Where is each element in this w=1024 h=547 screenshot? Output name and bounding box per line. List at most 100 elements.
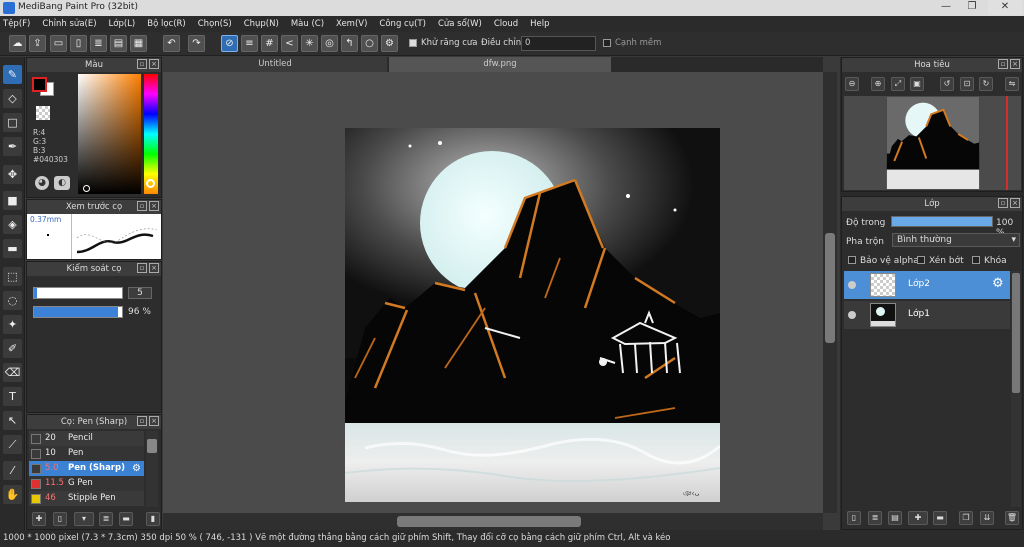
operation-tool-icon[interactable]: ↖	[3, 411, 22, 430]
eye-icon[interactable]	[848, 281, 856, 289]
menu-view[interactable]: Xem(V)	[336, 19, 367, 29]
menu-file[interactable]: Tệp(F)	[3, 19, 30, 29]
tab-untitled[interactable]: Untitled	[163, 57, 387, 72]
menu-help[interactable]: Help	[530, 19, 549, 29]
eraser-tool-icon[interactable]: ◇	[3, 89, 22, 108]
brush-menu-icon[interactable]: ▾	[74, 512, 94, 526]
radial-snap-icon[interactable]: ✳	[301, 35, 318, 52]
menu-filter[interactable]: Bộ lọc(R)	[147, 19, 186, 29]
saturation-value-picker[interactable]	[78, 74, 141, 194]
panel-float-icon[interactable]: ▫	[998, 59, 1008, 69]
brush-item-pen-sharp[interactable]: 5.0 Pen (Sharp) ⚙	[29, 461, 144, 476]
cloud-icon[interactable]: ☁	[9, 35, 26, 52]
add-layer-menu-icon[interactable]: ✚	[908, 511, 928, 525]
protect-alpha-checkbox[interactable]	[848, 256, 856, 264]
panel-close-icon[interactable]: ×	[1010, 198, 1020, 208]
rotate-left-icon[interactable]: ↺	[940, 77, 954, 91]
navigator-preview[interactable]	[844, 96, 1021, 190]
snap-off-icon[interactable]: ⊘	[221, 35, 238, 52]
magic-wand-icon[interactable]: ✦	[3, 315, 22, 334]
move-tool-icon[interactable]: ✥	[3, 165, 22, 184]
undo-icon[interactable]: ↶	[163, 35, 180, 52]
grid-icon[interactable]: ▦	[130, 35, 147, 52]
panel-float-icon[interactable]: ▫	[137, 59, 147, 69]
layers-scroll-thumb[interactable]	[1012, 273, 1020, 393]
menu-snap[interactable]: Chụp(N)	[244, 19, 279, 29]
color-wheel-icon[interactable]: ◐	[54, 176, 70, 190]
duplicate-layer-icon[interactable]: ❐	[959, 511, 973, 525]
scroll-thumb[interactable]	[147, 439, 157, 453]
minimize-icon[interactable]: —	[935, 0, 957, 15]
brush-size-value[interactable]: 5	[128, 287, 152, 299]
hue-handle[interactable]	[146, 179, 155, 188]
antialias-checkbox[interactable]	[409, 39, 417, 47]
divide-tool-icon[interactable]: ⟋	[3, 435, 22, 454]
menu-layer[interactable]: Lớp(L)	[109, 19, 136, 29]
zoom-out-icon[interactable]: ⊖	[845, 77, 859, 91]
blend-mode-select[interactable]: Bình thường ▾	[892, 233, 1020, 247]
actual-size-icon[interactable]: ▣	[910, 77, 924, 91]
menu-cloud[interactable]: Cloud	[494, 19, 518, 29]
rotate-right-icon[interactable]: ↻	[979, 77, 993, 91]
menu-color[interactable]: Màu (C)	[291, 19, 324, 29]
artwork-canvas[interactable]: ঞ‹ᴗ	[345, 128, 720, 502]
menu-select[interactable]: Chọn(S)	[198, 19, 232, 29]
delete-layer-icon[interactable]: 🗑	[1005, 511, 1019, 525]
transparent-swatch[interactable]	[36, 106, 50, 120]
panel-close-icon[interactable]: ×	[1010, 59, 1020, 69]
redo-icon[interactable]: ↷	[188, 35, 205, 52]
select-eraser-icon[interactable]: ⌫	[3, 363, 22, 382]
pen-tool-icon[interactable]: ✒	[3, 137, 22, 156]
panel-close-icon[interactable]: ×	[149, 416, 159, 426]
brush-folder-icon[interactable]: ▬	[119, 512, 133, 526]
adjust-select[interactable]: 0	[521, 36, 596, 51]
layer-settings-icon[interactable]: ⚙	[992, 276, 1004, 291]
ellipse-snap-icon[interactable]: ○	[361, 35, 378, 52]
brush-tool-icon[interactable]: ✎	[3, 65, 22, 84]
layer-row-lop1[interactable]: Lớp1	[844, 301, 1010, 329]
palette-icon[interactable]: ◕	[35, 176, 49, 190]
brush-size-slider[interactable]	[33, 287, 123, 299]
flip-icon[interactable]: ⇋	[1005, 77, 1019, 91]
merge-layer-icon[interactable]: ⇊	[980, 511, 994, 525]
lock-checkbox[interactable]	[972, 256, 980, 264]
new-8bit-layer-icon[interactable]: ▤	[888, 511, 902, 525]
eye-icon[interactable]	[848, 311, 856, 319]
zoom-in-icon[interactable]: ⊕	[871, 77, 885, 91]
settings-snap-icon[interactable]: ⚙	[381, 35, 398, 52]
brush-item-stipple-pen[interactable]: 46 Stipple Pen	[29, 491, 144, 506]
brush-list-scrollbar[interactable]	[146, 431, 158, 507]
comic-icon[interactable]: ▤	[110, 35, 127, 52]
brush-copy-icon[interactable]: ≣	[99, 512, 113, 526]
clipping-checkbox[interactable]	[917, 256, 925, 264]
text-tool-icon[interactable]: T	[3, 387, 22, 406]
brush-item-pencil[interactable]: 20 Pencil	[29, 431, 144, 446]
circle-snap-icon[interactable]: ◎	[321, 35, 338, 52]
maximize-icon[interactable]: ❐	[961, 0, 983, 15]
panel-close-icon[interactable]: ×	[149, 201, 159, 211]
fit-screen-icon[interactable]: ⤢	[891, 77, 905, 91]
menu-edit[interactable]: Chỉnh sửa(E)	[42, 19, 96, 29]
canvas-vertical-scrollbar[interactable]	[823, 72, 837, 513]
dot-tool-icon[interactable]: □	[3, 113, 22, 132]
panel-float-icon[interactable]: ▫	[137, 201, 147, 211]
upload-icon[interactable]: ⇪	[29, 35, 46, 52]
panel-float-icon[interactable]: ▫	[137, 263, 147, 273]
brush-opacity-slider[interactable]	[33, 306, 123, 318]
panel-float-icon[interactable]: ▫	[137, 416, 147, 426]
comment-icon[interactable]: ▭	[50, 35, 67, 52]
new-halftone-layer-icon[interactable]: ≣	[868, 511, 882, 525]
brush-item-pen[interactable]: 10 Pen	[29, 446, 144, 461]
parallel-snap-icon[interactable]: ≡	[241, 35, 258, 52]
shape-tool-icon[interactable]: ■	[3, 191, 22, 210]
soft-edge-checkbox[interactable]	[603, 39, 611, 47]
delete-brush-icon[interactable]: ▮	[146, 512, 160, 526]
eyedropper-tool-icon[interactable]: ⁄	[3, 461, 22, 480]
curve-snap-icon[interactable]: ↰	[341, 35, 358, 52]
vanishing-snap-icon[interactable]: <	[281, 35, 298, 52]
primary-color-swatch[interactable]	[32, 77, 47, 92]
hue-slider[interactable]	[144, 74, 158, 194]
menu-window[interactable]: Cửa sổ(W)	[438, 19, 482, 29]
new-brush-icon[interactable]: ▯	[53, 512, 67, 526]
cross-snap-icon[interactable]: #	[261, 35, 278, 52]
